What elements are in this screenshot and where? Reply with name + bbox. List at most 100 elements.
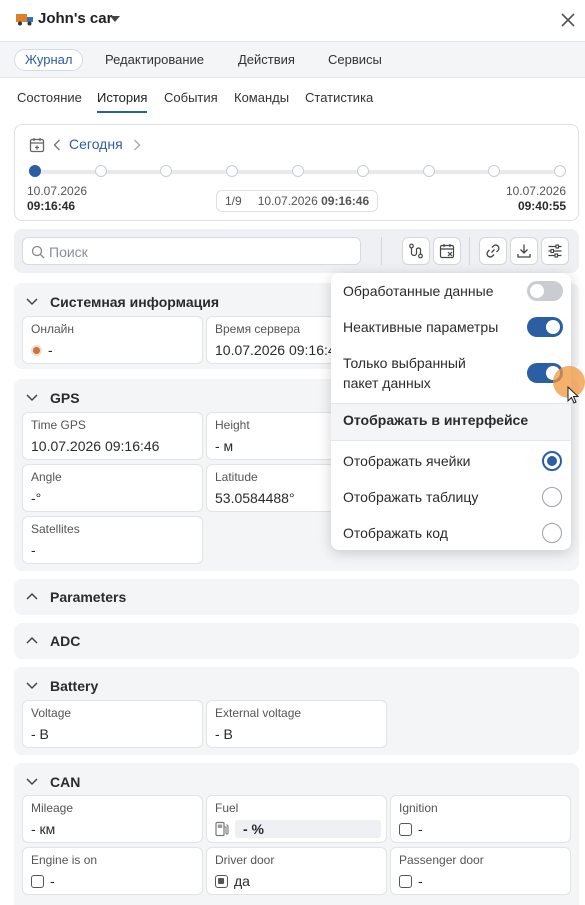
end-time: 09:40:55 bbox=[517, 199, 566, 213]
search-icon bbox=[31, 245, 45, 259]
section-title: GPS bbox=[50, 390, 80, 406]
option-table-label[interactable]: Отображать таблицу bbox=[343, 487, 478, 507]
processed-data-label: Обработанные данные bbox=[343, 283, 494, 299]
cell-engine[interactable]: Engine is on - bbox=[22, 847, 203, 895]
cell-external-voltage[interactable]: External voltage - В bbox=[206, 700, 387, 748]
download-button[interactable] bbox=[510, 237, 538, 265]
clear-date-button[interactable] bbox=[433, 237, 461, 265]
cell-satellites[interactable]: Satellites - bbox=[22, 516, 203, 564]
timeline-point[interactable] bbox=[292, 165, 304, 177]
route-icon bbox=[409, 243, 423, 259]
chevron-down-icon[interactable] bbox=[110, 16, 120, 22]
cell-value: да bbox=[215, 873, 250, 889]
chevron-up-icon bbox=[26, 636, 38, 644]
cell-ignition[interactable]: Ignition - bbox=[390, 795, 571, 843]
option-cells-label[interactable]: Отображать ячейки bbox=[343, 451, 470, 471]
cell-value: - В bbox=[31, 726, 49, 742]
tab-editing[interactable]: Редактирование bbox=[95, 49, 214, 71]
end-date: 10.07.2026 bbox=[505, 184, 566, 198]
timeline-point[interactable] bbox=[29, 165, 41, 177]
cell-label: External voltage bbox=[215, 706, 302, 720]
date-label[interactable]: Сегодня bbox=[69, 136, 123, 152]
subtab-statistics[interactable]: Статистика bbox=[305, 90, 373, 105]
engine-value: - bbox=[50, 873, 55, 889]
packet-counter: 1/9 bbox=[225, 194, 242, 208]
subtab-events[interactable]: События bbox=[164, 90, 218, 105]
cell-value: - bbox=[399, 873, 423, 889]
tab-actions[interactable]: Действия bbox=[228, 49, 305, 71]
cell-online[interactable]: Онлайн - bbox=[22, 316, 203, 364]
timeline-point[interactable] bbox=[488, 165, 500, 177]
section-parameters[interactable]: Parameters bbox=[14, 579, 579, 615]
timeline-point[interactable] bbox=[160, 165, 172, 177]
timeline-point[interactable] bbox=[357, 165, 369, 177]
ignition-value: - bbox=[418, 821, 423, 837]
option-table-radio[interactable] bbox=[542, 487, 562, 507]
cell-label: Time GPS bbox=[31, 418, 86, 432]
option-code-radio[interactable] bbox=[542, 523, 562, 543]
online-value: - bbox=[48, 342, 53, 358]
cell-value: 53.0584488° bbox=[215, 490, 295, 506]
toolbar bbox=[14, 229, 579, 273]
header: John's car bbox=[0, 0, 585, 42]
cell-fuel[interactable]: Fuel - % bbox=[206, 795, 387, 843]
chevron-right-icon[interactable] bbox=[133, 139, 141, 151]
timeline-card: Сегодня 10.07.2026 09:16:46 1/9 10.07.202… bbox=[14, 124, 579, 221]
cell-value: 10.07.2026 09:16:46 bbox=[215, 342, 344, 358]
sliders-icon bbox=[548, 244, 562, 258]
cell-label: Время сервера bbox=[215, 322, 301, 336]
current-date: 10.07.2026 bbox=[257, 194, 318, 208]
cell-label: Ignition bbox=[399, 801, 438, 815]
cell-value: - В bbox=[215, 726, 233, 742]
settings-button[interactable] bbox=[541, 237, 569, 265]
status-dot-icon bbox=[31, 345, 42, 356]
sub-tabs: Состояние История События Команды Статис… bbox=[0, 78, 585, 118]
timeline-point[interactable] bbox=[554, 165, 566, 177]
option-code-label[interactable]: Отображать код bbox=[343, 523, 448, 543]
track-button[interactable] bbox=[402, 237, 430, 265]
link-button[interactable] bbox=[479, 237, 507, 265]
calendar-icon[interactable] bbox=[29, 137, 45, 153]
timeline-point[interactable] bbox=[423, 165, 435, 177]
option-cells-radio[interactable] bbox=[542, 451, 562, 471]
start-time: 09:16:46 bbox=[27, 199, 76, 213]
start-date: 10.07.2026 bbox=[27, 184, 88, 198]
link-icon bbox=[486, 244, 500, 258]
cell-label: Latitude bbox=[215, 470, 258, 484]
section-adc[interactable]: ADC bbox=[14, 623, 579, 659]
timeline-point[interactable] bbox=[95, 165, 107, 177]
unit-title[interactable]: John's car bbox=[38, 10, 112, 27]
cell-driver-door[interactable]: Driver door да bbox=[206, 847, 387, 895]
tab-journal[interactable]: Журнал bbox=[14, 49, 84, 71]
cell-voltage[interactable]: Voltage - В bbox=[22, 700, 203, 748]
cell-label: Satellites bbox=[31, 522, 80, 536]
current-time: 09:16:46 bbox=[321, 194, 370, 208]
inactive-params-label: Неактивные параметры bbox=[343, 319, 499, 335]
cell-mileage[interactable]: Mileage - км bbox=[22, 795, 203, 843]
search-input[interactable] bbox=[49, 242, 349, 262]
cell-value: - bbox=[31, 342, 53, 358]
subtab-history[interactable]: История bbox=[97, 90, 148, 113]
cell-time-gps[interactable]: Time GPS 10.07.2026 09:16:46 bbox=[22, 412, 203, 460]
subtab-state[interactable]: Состояние bbox=[17, 90, 82, 105]
close-icon[interactable] bbox=[560, 12, 576, 28]
tab-services[interactable]: Сервисы bbox=[318, 49, 392, 71]
processed-data-toggle[interactable] bbox=[527, 281, 563, 301]
selected-packet-line2: пакет данных bbox=[343, 375, 431, 391]
selected-packet-label: Только выбранный пакет данных bbox=[343, 353, 466, 393]
cell-label: Height bbox=[215, 418, 250, 432]
driver-door-value: да bbox=[234, 873, 250, 889]
cell-angle[interactable]: Angle -° bbox=[22, 464, 203, 512]
main-tabs: Журнал Редактирование Действия Сервисы bbox=[0, 42, 585, 78]
timeline-start: 10.07.2026 09:16:46 bbox=[27, 184, 87, 214]
chevron-down-icon bbox=[26, 682, 38, 690]
timeline-point[interactable] bbox=[226, 165, 238, 177]
checkbox-checked-icon bbox=[215, 875, 228, 888]
search-box bbox=[22, 237, 361, 265]
subtab-commands[interactable]: Команды bbox=[234, 90, 289, 105]
chevron-left-icon[interactable] bbox=[53, 139, 61, 151]
cell-passenger-door[interactable]: Passenger door - bbox=[390, 847, 571, 895]
cell-label: Angle bbox=[31, 470, 62, 484]
section-title: Battery bbox=[50, 678, 99, 694]
inactive-params-toggle[interactable] bbox=[527, 317, 563, 337]
